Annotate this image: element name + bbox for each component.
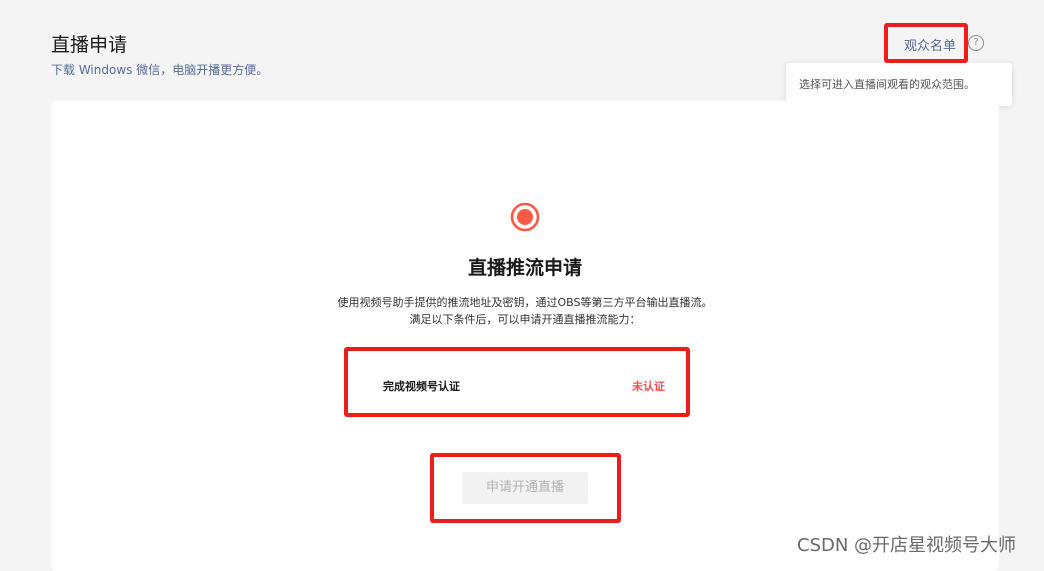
- page-title: 直播申请: [51, 34, 128, 56]
- card-description: 使用视频号助手提供的推流地址及密钥，通过OBS等第三方平台输出直播流。 满足以下…: [0, 294, 1044, 328]
- watermark: CSDN @开店星视频号大师: [797, 535, 1017, 556]
- page-subtitle: 下载 Windows 微信，电脑开播更方便。: [51, 63, 269, 77]
- card-description-line-2: 满足以下条件后，可以申请开通直播推流能力：: [409, 313, 641, 326]
- question-circle-icon[interactable]: ?: [968, 35, 984, 51]
- card-description-line-1: 使用视频号助手提供的推流地址及密钥，通过OBS等第三方平台输出直播流。: [337, 296, 713, 309]
- requirement-highlight-frame: [344, 347, 690, 417]
- apply-button-highlight-frame: [430, 453, 621, 523]
- live-record-icon: [510, 202, 540, 232]
- card-title: 直播推流申请: [467, 257, 582, 279]
- audience-tooltip: 选择可进入直播间观看的观众范围。: [786, 63, 1012, 106]
- audience-link-highlight-frame: [884, 23, 968, 63]
